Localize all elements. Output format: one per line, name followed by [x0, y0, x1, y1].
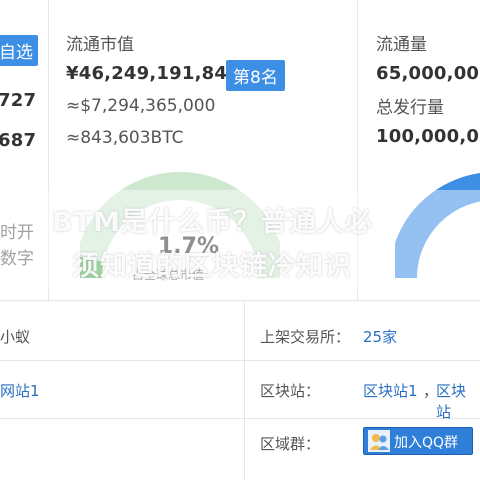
total-supply-label: 总发行量	[376, 98, 444, 118]
market-cap-btc: ≈843,603BTC	[66, 128, 184, 148]
overlay-title-line2: 须知道的区块链冷知识	[72, 251, 352, 282]
supply-label: 流通量	[376, 35, 427, 55]
qq-people-icon	[368, 430, 390, 452]
section-divider	[0, 300, 480, 301]
total-supply-value: 100,000,00	[376, 126, 480, 147]
row-divider	[0, 360, 480, 361]
exchange-label: 上架交易所：	[260, 328, 351, 346]
join-qq-group-button[interactable]: 加入QQ群	[363, 427, 473, 455]
watchlist-label: 自选	[0, 43, 33, 63]
left-value-2: 687	[0, 130, 37, 151]
market-cap-label: 流通市值	[66, 35, 134, 55]
watchlist-button[interactable]: 自选	[0, 35, 38, 66]
block-explorer-label: 区块站：	[260, 382, 321, 400]
website-link[interactable]: 网站1	[0, 380, 40, 401]
column-divider	[244, 300, 245, 480]
supply-value: 65,000,000	[376, 63, 480, 84]
market-cap-value: ¥46,249,191,846	[66, 63, 240, 84]
row-divider	[0, 418, 480, 419]
rank-badge: 第8名	[226, 60, 285, 91]
market-cap-usd: ≈$7,294,365,000	[66, 96, 216, 116]
overlay-title-line1: BTM是什么币？普通人必	[52, 207, 373, 238]
left-value-1: 727	[0, 90, 37, 111]
group-label: 区域群：	[260, 435, 321, 453]
qq-button-label: 加入QQ群	[394, 435, 459, 451]
block-explorer-link-1[interactable]: 区块站1	[363, 380, 418, 401]
project-name: 小蚁	[0, 328, 31, 346]
block-explorer-link-2[interactable]: 区块站	[436, 380, 480, 422]
exchange-count-link[interactable]: 25家	[363, 326, 397, 347]
